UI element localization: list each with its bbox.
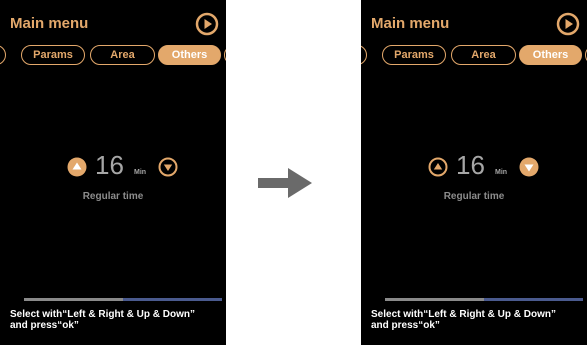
tab-others[interactable]: Others <box>158 45 221 65</box>
play-circle-icon[interactable] <box>195 12 219 36</box>
triangle-up-circle-icon[interactable] <box>428 157 448 177</box>
setting-label: Regular time <box>82 191 144 202</box>
right-arrow-icon <box>258 168 312 198</box>
tab-next-partial[interactable] <box>224 45 226 65</box>
play-circle-icon[interactable] <box>556 12 580 36</box>
device-screen-after: Main menu Params Area Others 16 Min Regu… <box>361 0 587 345</box>
progress-remaining <box>484 298 583 301</box>
progress-bar <box>24 298 222 301</box>
time-setting: 16 Min <box>0 150 226 186</box>
time-unit: Min <box>134 169 147 176</box>
footer-line-1: Select with“Left & Right & Up & Down” <box>10 309 195 320</box>
tab-area[interactable]: Area <box>90 45 155 65</box>
progress-fill <box>385 298 484 301</box>
progress-fill <box>24 298 123 301</box>
footer-instructions: Select with“Left & Right & Up & Down” an… <box>371 309 585 331</box>
tab-params[interactable]: Params <box>382 45 446 65</box>
tab-others[interactable]: Others <box>519 45 582 65</box>
time-value: 16 <box>95 150 124 180</box>
triangle-down-circle-icon[interactable] <box>519 157 539 177</box>
device-screen-before: Main menu Params Area Others 16 Min Regu… <box>0 0 226 345</box>
tab-params[interactable]: Params <box>21 45 85 65</box>
footer-line-1: Select with“Left & Right & Up & Down” <box>371 309 556 320</box>
setting-label: Regular time <box>443 191 505 202</box>
time-unit: Min <box>495 169 508 176</box>
page-title: Main menu <box>10 15 89 32</box>
tab-bar: Params Area Others <box>0 45 226 65</box>
triangle-down-circle-icon[interactable] <box>158 157 178 177</box>
footer-line-2: and press“ok” <box>371 320 440 331</box>
time-value: 16 <box>456 150 485 180</box>
tab-prev-partial[interactable] <box>0 45 6 65</box>
triangle-up-circle-icon[interactable] <box>67 157 87 177</box>
tab-area[interactable]: Area <box>451 45 516 65</box>
page-title: Main menu <box>371 15 450 32</box>
progress-remaining <box>123 298 222 301</box>
footer-line-2: and press“ok” <box>10 320 79 331</box>
time-setting: 16 Min <box>361 150 587 186</box>
tab-bar: Params Area Others <box>361 45 587 65</box>
progress-bar <box>385 298 583 301</box>
footer-instructions: Select with“Left & Right & Up & Down” an… <box>10 309 224 331</box>
tab-prev-partial[interactable] <box>361 45 367 65</box>
